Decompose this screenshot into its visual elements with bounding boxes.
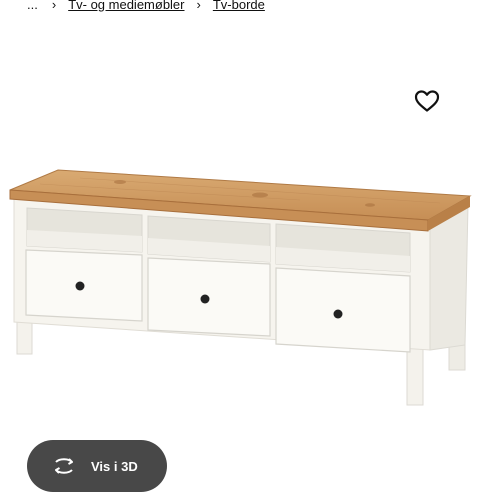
tv-bench-image [9,169,472,406]
favorite-button[interactable] [413,87,441,115]
heart-outline-icon [414,90,440,112]
view-3d-label: Vis i 3D [91,458,138,474]
breadcrumb-ellipsis[interactable]: ... [27,0,38,12]
view-3d-button[interactable]: Vis i 3D [27,440,167,492]
rotate-3d-icon [55,458,73,474]
breadcrumb-item-tv-og-mediemobler[interactable]: Tv- og mediemøbler [68,0,184,12]
breadcrumb-separator: › [196,0,201,12]
breadcrumb-separator: › [51,0,57,12]
breadcrumb: ... › Tv- og mediemøbler › Tv-borde [27,0,265,14]
breadcrumb-item-tv-borde[interactable]: Tv-borde [213,0,265,12]
